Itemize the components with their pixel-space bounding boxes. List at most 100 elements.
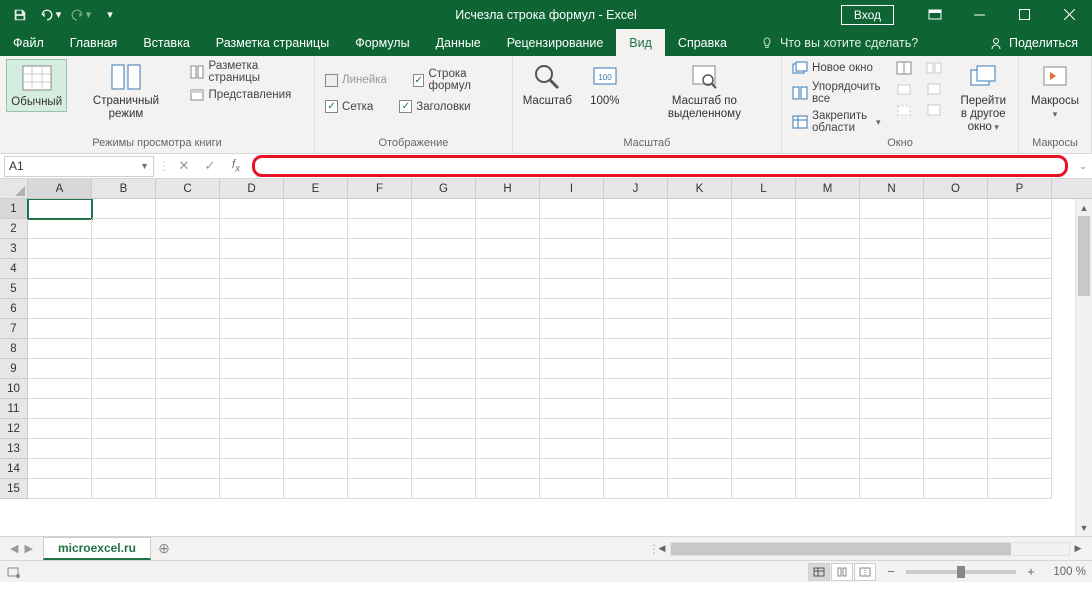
cell[interactable] <box>476 319 540 339</box>
cell[interactable] <box>284 419 348 439</box>
row-header[interactable]: 5 <box>0 279 28 299</box>
cell[interactable] <box>604 459 668 479</box>
page-break-view-button[interactable]: Страничный режим <box>71 59 180 123</box>
cell[interactable] <box>28 279 92 299</box>
cell[interactable] <box>668 379 732 399</box>
cell[interactable] <box>92 459 156 479</box>
expand-formula-bar-button[interactable]: ⌄ <box>1074 161 1092 172</box>
new-sheet-button[interactable]: ⊕ <box>151 537 177 560</box>
cell[interactable] <box>540 299 604 319</box>
cell[interactable] <box>924 259 988 279</box>
cell[interactable] <box>156 339 220 359</box>
cell[interactable] <box>92 339 156 359</box>
cell[interactable] <box>732 239 796 259</box>
new-window-button[interactable]: Новое окно <box>788 59 884 77</box>
cell[interactable] <box>412 299 476 319</box>
column-header[interactable]: L <box>732 179 796 198</box>
row-header[interactable]: 4 <box>0 259 28 279</box>
cell[interactable] <box>348 479 412 499</box>
cell[interactable] <box>604 399 668 419</box>
column-header[interactable]: M <box>796 179 860 198</box>
cell[interactable] <box>156 319 220 339</box>
cell[interactable] <box>924 219 988 239</box>
cell[interactable] <box>540 319 604 339</box>
cell[interactable] <box>476 279 540 299</box>
scroll-down-button[interactable]: ▼ <box>1076 519 1092 536</box>
cell[interactable] <box>92 259 156 279</box>
cell[interactable] <box>796 259 860 279</box>
row-header[interactable]: 11 <box>0 399 28 419</box>
ribbon-display-options-button[interactable] <box>912 0 957 29</box>
cell[interactable] <box>860 479 924 499</box>
cell[interactable] <box>604 379 668 399</box>
tab-page-layout[interactable]: Разметка страницы <box>203 29 342 56</box>
ruler-checkbox[interactable]: ✓Линейка <box>321 67 391 93</box>
cell[interactable] <box>284 319 348 339</box>
cell[interactable] <box>348 339 412 359</box>
scrollbar-thumb[interactable] <box>671 543 1011 555</box>
sheet-next-button[interactable]: ▶ <box>24 542 32 555</box>
tab-view[interactable]: Вид <box>616 29 665 56</box>
cell[interactable] <box>860 339 924 359</box>
cell[interactable] <box>860 399 924 419</box>
cell[interactable] <box>412 319 476 339</box>
cell[interactable] <box>540 379 604 399</box>
cell[interactable] <box>284 339 348 359</box>
sheet-tab[interactable]: microexcel.ru <box>43 537 151 560</box>
cell[interactable] <box>220 319 284 339</box>
column-header[interactable]: C <box>156 179 220 198</box>
page-layout-status-button[interactable] <box>831 563 853 581</box>
cell[interactable] <box>412 359 476 379</box>
cell[interactable] <box>220 259 284 279</box>
cell[interactable] <box>220 439 284 459</box>
cell[interactable] <box>988 199 1052 219</box>
cell[interactable] <box>924 439 988 459</box>
cell[interactable] <box>668 319 732 339</box>
macros-button[interactable]: Макросы▾ <box>1025 59 1085 123</box>
cell[interactable] <box>220 199 284 219</box>
cell[interactable] <box>348 439 412 459</box>
cell[interactable] <box>988 299 1052 319</box>
cell[interactable] <box>988 479 1052 499</box>
name-box[interactable]: A1 ▼ <box>4 156 154 177</box>
column-header[interactable]: P <box>988 179 1052 198</box>
cell[interactable] <box>860 239 924 259</box>
view-side-button[interactable] <box>922 59 946 77</box>
cell[interactable] <box>540 339 604 359</box>
cell[interactable] <box>604 199 668 219</box>
share-button[interactable]: Поделиться <box>975 29 1092 56</box>
cell[interactable] <box>924 359 988 379</box>
cell[interactable] <box>732 259 796 279</box>
cell[interactable] <box>476 419 540 439</box>
cell[interactable] <box>796 419 860 439</box>
cell[interactable] <box>412 239 476 259</box>
cell[interactable] <box>860 459 924 479</box>
gridlines-checkbox[interactable]: ✓Сетка <box>321 99 377 114</box>
tab-file[interactable]: Файл <box>0 29 57 56</box>
zoom-100-button[interactable]: 100 100% <box>580 59 630 110</box>
cell[interactable] <box>412 199 476 219</box>
zoom-in-button[interactable]: + <box>1024 564 1038 579</box>
cell[interactable] <box>476 479 540 499</box>
cell[interactable] <box>924 399 988 419</box>
save-button[interactable] <box>6 3 34 27</box>
cell[interactable] <box>540 219 604 239</box>
cell[interactable] <box>156 299 220 319</box>
cell[interactable] <box>28 259 92 279</box>
tab-home[interactable]: Главная <box>57 29 131 56</box>
tell-me-search[interactable]: Что вы хотите сделать? <box>760 29 918 56</box>
sheet-prev-button[interactable]: ◀ <box>10 542 18 555</box>
cell[interactable] <box>668 279 732 299</box>
cell[interactable] <box>796 199 860 219</box>
column-header[interactable]: E <box>284 179 348 198</box>
cell[interactable] <box>348 279 412 299</box>
column-header[interactable]: G <box>412 179 476 198</box>
cell[interactable] <box>220 419 284 439</box>
cell[interactable] <box>284 379 348 399</box>
column-header[interactable]: N <box>860 179 924 198</box>
column-header[interactable]: F <box>348 179 412 198</box>
row-header[interactable]: 10 <box>0 379 28 399</box>
normal-view-button[interactable]: Обычный <box>6 59 67 112</box>
cell[interactable] <box>924 339 988 359</box>
cell[interactable] <box>220 219 284 239</box>
